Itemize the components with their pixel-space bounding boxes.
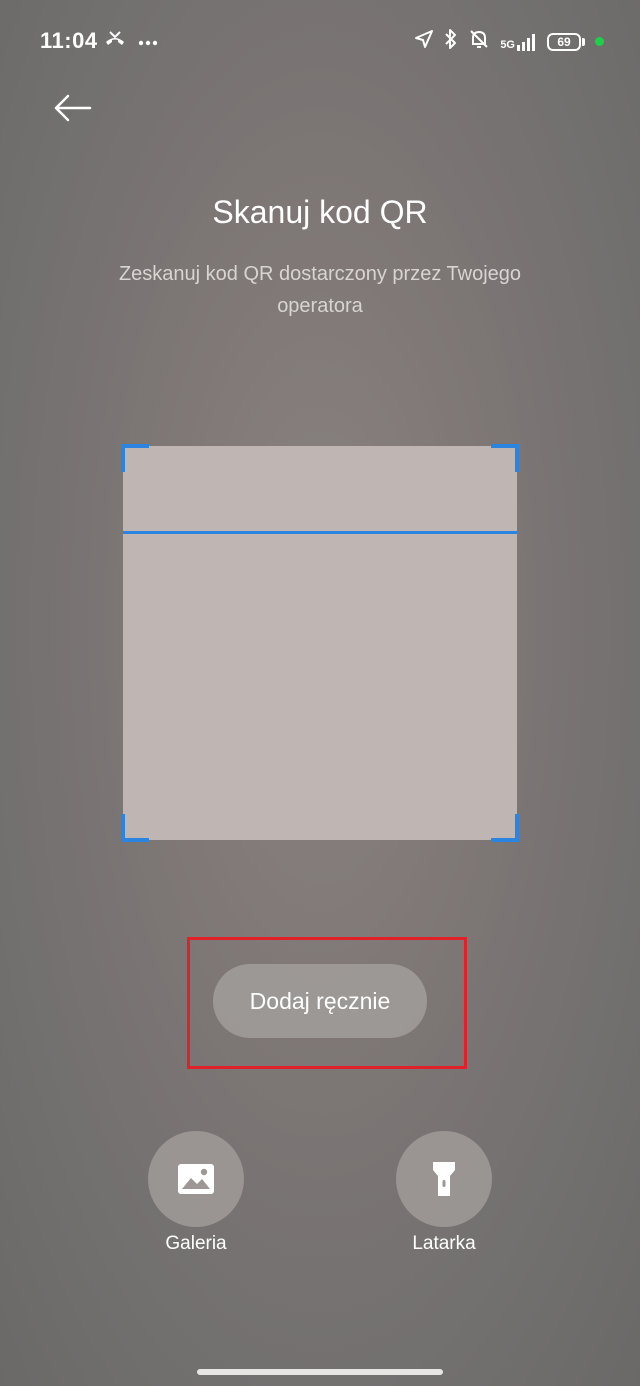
- gallery-button[interactable]: [148, 1131, 244, 1227]
- scan-corner-bottom-right: [491, 814, 519, 842]
- status-left-icons: [104, 30, 158, 53]
- signal-icon: 5G: [500, 33, 537, 51]
- scan-line: [123, 531, 517, 534]
- image-icon: [178, 1164, 214, 1194]
- status-time: 11:04: [40, 28, 98, 53]
- missed-call-icon: [104, 30, 126, 53]
- home-indicator[interactable]: [197, 1369, 443, 1375]
- flashlight-action: Latarka: [396, 1131, 492, 1255]
- scan-corner-bottom-left: [121, 814, 149, 842]
- flashlight-label: Latarka: [412, 1233, 476, 1254]
- location-arrow-icon: [414, 29, 434, 54]
- add-manually-button[interactable]: Dodaj ręcznie: [213, 964, 427, 1038]
- bluetooth-icon: [444, 28, 458, 55]
- status-right-icons: 5G 69: [414, 28, 604, 55]
- qr-scan-frame: [121, 444, 519, 842]
- arrow-left-icon: [54, 94, 92, 122]
- battery-level: 69: [547, 32, 581, 51]
- gallery-label: Galeria: [165, 1233, 227, 1254]
- status-bar: 11:04 5G 69: [0, 0, 640, 86]
- flashlight-icon: [433, 1162, 455, 1196]
- battery-icon: 69: [547, 32, 585, 51]
- back-button[interactable]: [48, 84, 96, 132]
- scan-corner-top-right: [491, 444, 519, 472]
- battery-nub: [582, 37, 585, 46]
- privacy-indicator-dot: [595, 37, 604, 46]
- bell-off-icon: [468, 28, 490, 55]
- more-dots-icon: [138, 33, 158, 51]
- page-subtitle: Zeskanuj kod QR dostarczony przez Twojeg…: [118, 263, 522, 317]
- flashlight-button[interactable]: [396, 1131, 492, 1227]
- scan-corner-top-left: [121, 444, 149, 472]
- gallery-action: Galeria: [148, 1131, 244, 1255]
- page-title: Skanuj kod QR: [212, 194, 428, 230]
- network-type: 5G: [500, 38, 515, 51]
